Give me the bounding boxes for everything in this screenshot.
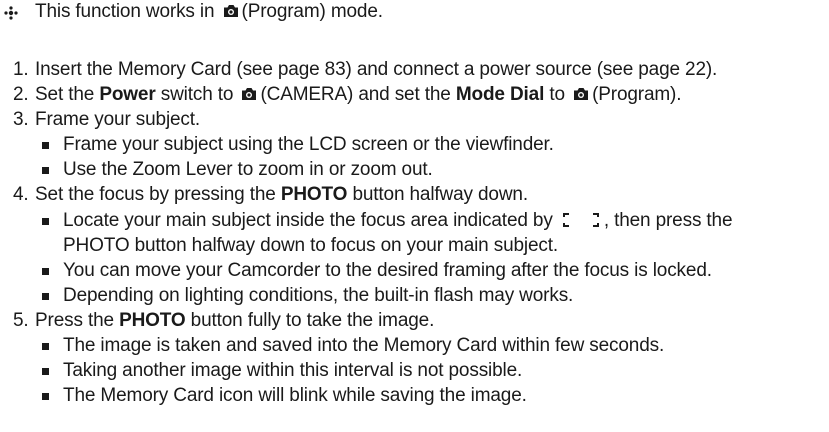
square-bullet-icon: [42, 368, 49, 375]
bullet-text: Taking another image within this interva…: [63, 360, 523, 381]
step-text-pre: Set the: [35, 84, 95, 105]
step-number: 3.: [13, 109, 29, 130]
step-number: 1.: [13, 59, 29, 80]
square-bullet-icon: [42, 343, 49, 350]
mode-dial-label: Mode Dial: [455, 84, 545, 105]
bullet-text: You can move your Camcorder to the desir…: [63, 260, 712, 281]
step-text-pre: Set the focus by pressing the: [35, 184, 276, 205]
step-1: 1. Insert the Memory Card (see page 83) …: [13, 59, 717, 81]
focus-bracket-icon: [561, 212, 601, 228]
step-2: 2. Set the Power switch to (CAMERA) and …: [13, 84, 682, 106]
bullet-text-pre: Locate your main subject inside the focu…: [63, 210, 553, 231]
step-text-mid: switch to: [160, 84, 234, 105]
note-line: This function works in (Program) mode.: [0, 1, 820, 25]
camera-icon: [241, 87, 257, 101]
step-3: 3. Frame your subject.: [13, 109, 200, 131]
square-bullet-icon: [42, 218, 49, 225]
photo-button-label: PHOTO: [280, 184, 348, 205]
square-bullet-icon: [42, 142, 49, 149]
step-text-post: button halfway down.: [352, 184, 528, 205]
square-bullet-icon: [42, 268, 49, 275]
square-bullet-icon: [42, 393, 49, 400]
step-number: 4.: [13, 184, 29, 205]
step-4: 4. Set the focus by pressing the PHOTO b…: [13, 184, 528, 206]
power-switch-label: Power: [99, 84, 156, 105]
bullet-continuation: PHOTO button halfway down to focus on yo…: [63, 235, 559, 256]
bullet-text: Frame your subject using the LCD screen …: [63, 134, 554, 155]
camera-mode-text: (CAMERA) and set the: [260, 84, 451, 105]
square-bullet-icon: [42, 293, 49, 300]
note-suffix: (Program) mode.: [241, 1, 384, 22]
camera-icon: [223, 4, 239, 18]
photo-button-label: PHOTO: [119, 310, 186, 331]
step-text: Insert the Memory Card (see page 83) and…: [35, 59, 718, 80]
bullet-text: Use the Zoom Lever to zoom in or zoom ou…: [63, 159, 433, 180]
bullet-text: The Memory Card icon will blink while sa…: [63, 385, 527, 406]
step-number: 5.: [13, 310, 29, 331]
step-number: 2.: [13, 84, 29, 105]
step-text-mid: to: [549, 84, 565, 105]
step-text: Frame your subject.: [35, 109, 201, 130]
note-prefix: This function works in: [35, 1, 215, 22]
program-mode-text: (Program).: [592, 84, 682, 105]
manual-page: This function works in (Program) mode. 1…: [0, 0, 829, 432]
square-bullet-icon: [42, 167, 49, 174]
camera-icon: [573, 87, 589, 101]
note-diamond-icon: [4, 6, 18, 20]
step-5: 5. Press the PHOTO button fully to take …: [13, 310, 434, 332]
step-text-post: button fully to take the image.: [190, 310, 435, 331]
bullet-text-post: , then press the: [603, 210, 733, 231]
bullet-text: The image is taken and saved into the Me…: [63, 335, 665, 356]
bullet-text: Depending on lighting conditions, the bu…: [63, 285, 574, 306]
step-text-pre: Press the: [35, 310, 114, 331]
